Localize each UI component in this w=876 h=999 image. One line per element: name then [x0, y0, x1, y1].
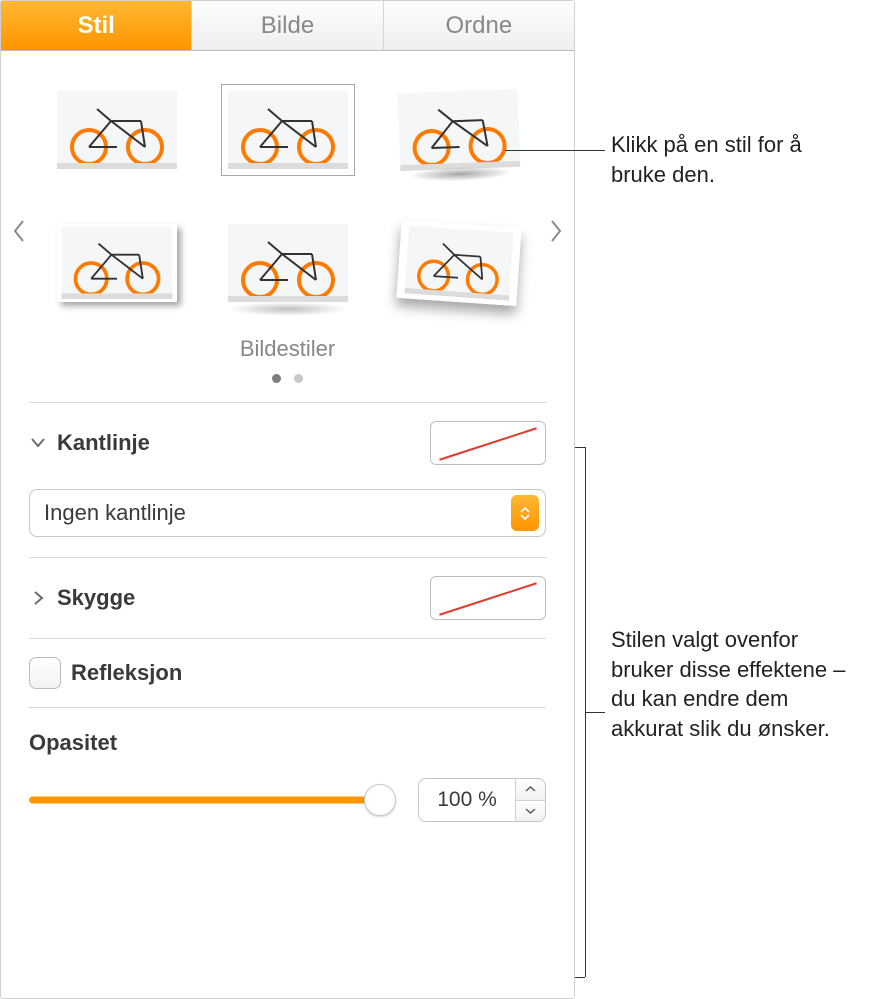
opacity-value-box: 100 % — [418, 778, 546, 822]
reflection-checkbox[interactable] — [29, 657, 61, 689]
chevron-left-icon — [12, 219, 26, 243]
format-inspector-panel: Stil Bilde Ordne Bildestiler — [0, 0, 575, 999]
callout-text-2: Stilen valgt ovenfor bruker disse effekt… — [611, 625, 861, 744]
tab-arrange-label: Ordne — [445, 12, 512, 40]
shadow-label: Skygge — [57, 585, 135, 611]
border-type-value: Ingen kantlinje — [44, 500, 186, 526]
opacity-section: Opasitet 100 % — [1, 708, 574, 850]
border-type-select[interactable]: Ingen kantlinje — [29, 489, 546, 537]
tab-style-label: Stil — [77, 12, 114, 40]
opacity-slider[interactable] — [29, 782, 396, 818]
style-thumbnails — [41, 81, 534, 332]
page-dot-1[interactable] — [272, 374, 281, 383]
gallery-prev-button[interactable] — [7, 211, 31, 251]
callout-text-1: Klikk på en stil for å bruke den. — [611, 130, 861, 189]
page-dot-2[interactable] — [294, 374, 303, 383]
tab-bar: Stil Bilde Ordne — [1, 1, 574, 51]
tab-style[interactable]: Stil — [1, 1, 192, 50]
opacity-stepper — [515, 779, 545, 821]
disclosure-down-icon[interactable] — [29, 434, 47, 452]
disclosure-right-icon[interactable] — [29, 589, 47, 607]
style-thumb-2[interactable] — [228, 91, 348, 169]
style-thumb-4[interactable] — [57, 224, 177, 302]
opacity-step-up[interactable] — [516, 779, 545, 801]
gallery-label: Bildestiler — [41, 336, 534, 362]
opacity-label: Opasitet — [29, 730, 546, 756]
opacity-step-down[interactable] — [516, 801, 545, 822]
callout-bracket-top — [575, 447, 585, 448]
shadow-style-swatch[interactable] — [430, 576, 546, 620]
style-thumb-5[interactable] — [228, 224, 348, 302]
style-gallery: Bildestiler — [1, 51, 574, 402]
reflection-row: Refleksjon — [1, 639, 574, 707]
shadow-section-header: Skygge — [1, 558, 574, 638]
style-thumb-6[interactable] — [396, 220, 521, 306]
callout-line — [505, 150, 605, 151]
callout-bracket-mid — [585, 712, 605, 713]
reflection-label: Refleksjon — [71, 660, 182, 686]
annotation-layer: Klikk på en stil for å bruke den. Stilen… — [575, 0, 876, 999]
border-section-header: Kantlinje — [1, 403, 574, 483]
gallery-page-dots — [41, 370, 534, 388]
callout-bracket-bottom — [575, 977, 585, 978]
style-thumb-3[interactable] — [397, 89, 520, 171]
chevron-right-icon — [549, 219, 563, 243]
opacity-value[interactable]: 100 % — [419, 779, 515, 821]
tab-arrange[interactable]: Ordne — [384, 1, 574, 50]
tab-image-label: Bilde — [261, 12, 314, 40]
border-style-swatch[interactable] — [430, 421, 546, 465]
border-label: Kantlinje — [57, 430, 150, 456]
style-thumb-1[interactable] — [57, 91, 177, 169]
tab-image[interactable]: Bilde — [192, 1, 383, 50]
gallery-next-button[interactable] — [544, 211, 568, 251]
slider-knob-icon[interactable] — [364, 784, 396, 816]
popup-knob-icon — [511, 495, 539, 531]
